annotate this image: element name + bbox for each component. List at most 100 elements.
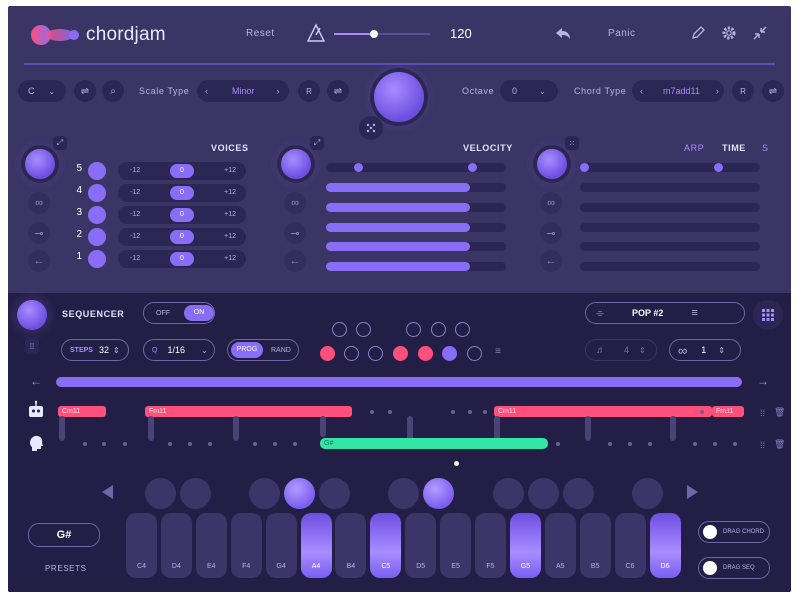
gear-icon[interactable] (721, 25, 737, 41)
voice-value[interactable]: 0 (170, 164, 194, 178)
piano-key[interactable]: A4 (300, 513, 332, 578)
presets-label[interactable]: PRESETS (45, 564, 87, 573)
velocity-knob[interactable] (281, 149, 311, 179)
drag-handle-icon[interactable]: ⁞⁞ (760, 440, 765, 450)
velocity-range-handle-low[interactable] (354, 163, 363, 172)
black-key[interactable] (388, 478, 419, 509)
note-stem[interactable] (59, 416, 65, 441)
empty-step-dot[interactable] (123, 442, 127, 446)
time-back-icon[interactable]: ← (540, 250, 562, 272)
sequence-step[interactable] (320, 346, 335, 361)
dice-icon[interactable] (359, 116, 383, 140)
chevron-left-icon[interactable]: ‹ (640, 86, 643, 96)
dim-select[interactable]: ♬ 4 ⇕ (585, 339, 657, 361)
drag-handle-icon[interactable]: ⁞⁞ (760, 408, 765, 418)
empty-step-dot[interactable] (556, 442, 560, 446)
steps-select[interactable]: STEPS 32 ⇕ (61, 339, 129, 361)
prog-option[interactable]: PROG (231, 342, 263, 358)
piano-key[interactable]: B5 (579, 513, 611, 578)
black-key[interactable] (249, 478, 280, 509)
time-link-icon[interactable]: ∞ (540, 192, 562, 214)
black-key[interactable] (632, 478, 663, 509)
chord-swap-icon[interactable]: ⇌ (762, 80, 784, 102)
empty-step-dot[interactable] (713, 442, 717, 446)
current-chord-display[interactable]: G# (28, 523, 100, 547)
user-chord-block[interactable]: G# (320, 438, 548, 449)
arp-tab[interactable]: ARP (684, 143, 704, 153)
sequence-step[interactable] (418, 346, 433, 361)
velocity-bar[interactable] (326, 183, 506, 192)
chevron-right-icon[interactable]: › (277, 86, 280, 96)
black-key[interactable] (563, 478, 594, 509)
piano-key[interactable]: E5 (440, 513, 472, 578)
trash-icon[interactable]: 🗑 (774, 439, 785, 450)
velocity-range-handle-high[interactable] (468, 163, 477, 172)
velocity-bar[interactable] (326, 242, 506, 251)
quantize-select[interactable]: Q 1/16 ⌄ (143, 339, 215, 361)
menu-icon[interactable]: ≡ (691, 307, 697, 319)
reset-button[interactable]: Reset (246, 28, 275, 39)
stepper-icon[interactable]: ⇕ (113, 346, 120, 355)
arrow-left-icon[interactable]: ← (30, 374, 42, 388)
stepper-icon[interactable]: ⇕ (639, 346, 646, 355)
loop-select[interactable]: ∞ 1 ⇕ (669, 339, 741, 361)
empty-step-dot[interactable] (451, 410, 455, 414)
sequence-step[interactable] (368, 346, 383, 361)
mode-toggle[interactable]: PROG RAND (227, 339, 299, 361)
time-knob[interactable] (537, 149, 567, 179)
chord-block[interactable]: Cm11 (58, 406, 106, 417)
chord-type-select[interactable]: ‹ m7add11 › (632, 80, 724, 102)
s-tab[interactable]: S (762, 143, 769, 153)
sequence-step[interactable] (455, 322, 470, 337)
empty-step-dot[interactable] (648, 442, 652, 446)
voices-key-icon[interactable]: ⊸ (28, 222, 50, 244)
time-range-slider[interactable] (580, 163, 760, 172)
octave-select[interactable]: 0 ⌄ (500, 80, 558, 102)
scale-type-select[interactable]: ‹ Minor › (197, 80, 289, 102)
voice-transpose-slider[interactable]: -12 0 +12 (118, 250, 246, 268)
rand-option[interactable]: RAND (271, 347, 291, 354)
arrow-right-icon[interactable]: → (757, 374, 769, 388)
black-key[interactable] (493, 478, 524, 509)
sequence-scrollbar[interactable] (56, 377, 742, 387)
note-stem[interactable] (670, 416, 676, 441)
piano-key[interactable]: D4 (160, 513, 192, 578)
voices-knob[interactable] (25, 149, 55, 179)
sequence-step[interactable] (344, 346, 359, 361)
piano-key[interactable]: G4 (265, 513, 297, 578)
sequencer-knob[interactable] (17, 300, 47, 330)
sequence-step[interactable] (442, 346, 457, 361)
piano-key[interactable]: C4 (126, 513, 157, 578)
time-track[interactable] (580, 183, 760, 192)
list-icon[interactable]: ≡ (495, 346, 501, 357)
piano-key[interactable]: F5 (475, 513, 506, 578)
velocity-link-icon[interactable]: ∞ (284, 192, 306, 214)
black-key[interactable] (528, 478, 559, 509)
chord-block[interactable]: Fm11 (712, 406, 744, 417)
empty-step-dot[interactable] (733, 442, 737, 446)
note-stem[interactable] (320, 416, 326, 437)
velocity-bar[interactable] (326, 262, 506, 271)
sequencer-grip-icon[interactable]: ⁞⁞ (25, 338, 39, 354)
empty-step-dot[interactable] (273, 442, 277, 446)
empty-step-dot[interactable] (168, 442, 172, 446)
empty-step-dot[interactable] (468, 410, 472, 414)
time-range-handle-high[interactable] (714, 163, 723, 172)
velocity-key-icon[interactable]: ⊸ (284, 222, 306, 244)
keyboard-left-arrow-icon[interactable] (102, 485, 113, 499)
voice-value[interactable]: 0 (170, 230, 194, 244)
velocity-range-slider[interactable] (326, 163, 506, 172)
time-tab[interactable]: TIME (722, 143, 746, 153)
piano-key[interactable]: F4 (230, 513, 262, 578)
empty-step-dot[interactable] (293, 442, 297, 446)
voice-toggle[interactable] (88, 250, 106, 268)
grid-icon[interactable] (753, 300, 783, 330)
voice-transpose-slider[interactable]: -12 0 +12 (118, 162, 246, 180)
sequencer-on-option[interactable]: ON (184, 305, 214, 321)
velocity-expand-icon[interactable]: ⤢ (310, 136, 324, 150)
piano-key[interactable]: C6 (614, 513, 646, 578)
voice-transpose-slider[interactable]: -12 0 +12 (118, 228, 246, 246)
note-stem[interactable] (585, 416, 591, 441)
sequencer-off-option[interactable]: OFF (156, 310, 170, 317)
keyboard-right-arrow-icon[interactable] (687, 485, 698, 499)
